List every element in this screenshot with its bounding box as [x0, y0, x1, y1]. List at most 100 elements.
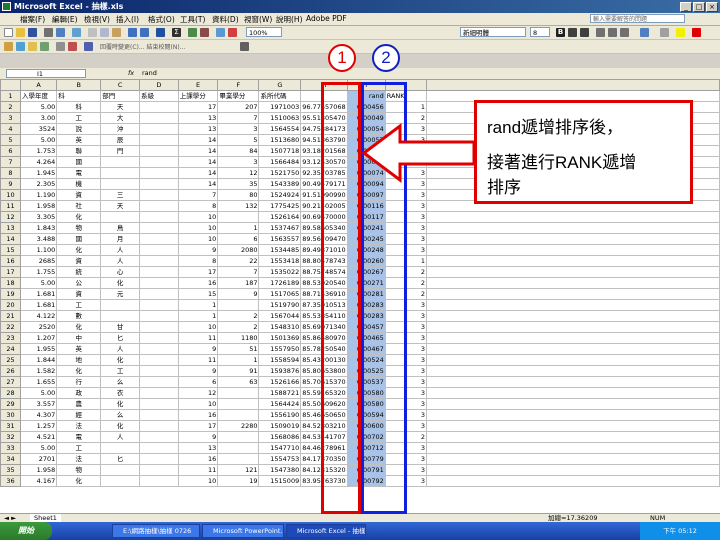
- cell-e[interactable]: 1: [177, 310, 219, 322]
- cell-g[interactable]: 1515009: [258, 475, 302, 487]
- cell-d[interactable]: [139, 288, 179, 300]
- cell-d[interactable]: [139, 255, 179, 267]
- cell-e[interactable]: 10: [177, 321, 219, 333]
- cell-empty[interactable]: [426, 321, 720, 333]
- cell-b[interactable]: 資: [56, 255, 102, 267]
- cell-e[interactable]: 11: [177, 332, 219, 344]
- cell-a[interactable]: 1.843: [19, 222, 58, 234]
- row-header[interactable]: 3: [0, 112, 21, 124]
- cell-e[interactable]: 17: [177, 266, 219, 278]
- menu-insert[interactable]: 插入(I): [116, 14, 139, 25]
- cell-e[interactable]: 9: [177, 431, 219, 443]
- cell-d[interactable]: [139, 299, 179, 311]
- cell-empty[interactable]: [426, 222, 720, 234]
- task-explorer[interactable]: E:\網路抽樣\抽樣 0726: [112, 524, 200, 538]
- cell-f[interactable]: 80: [217, 189, 260, 201]
- review-icon[interactable]: [4, 42, 13, 51]
- cell-c[interactable]: 人: [100, 431, 141, 443]
- row-header[interactable]: 1: [0, 90, 21, 102]
- zoom-select[interactable]: 100%: [246, 27, 282, 37]
- cell-a[interactable]: 1.955: [19, 343, 58, 355]
- cell-empty[interactable]: [426, 475, 720, 487]
- cell-c[interactable]: 衣: [100, 387, 141, 399]
- cell-f[interactable]: 12: [217, 167, 260, 179]
- column-header-a[interactable]: A: [19, 79, 58, 91]
- cell-g[interactable]: 1519790: [258, 299, 302, 311]
- cell-a[interactable]: 1.958: [19, 464, 58, 476]
- reply-with-changes-text[interactable]: 回覆時變更(C)... 結束校閱(N)...: [100, 42, 185, 51]
- name-box[interactable]: I1: [6, 69, 86, 78]
- column-header-c[interactable]: C: [100, 79, 141, 91]
- cell-b[interactable]: 英: [56, 343, 102, 355]
- cell-c[interactable]: [100, 442, 141, 454]
- cell-e[interactable]: 14: [177, 178, 219, 190]
- cell-g[interactable]: 1509019: [258, 420, 302, 432]
- cell-g[interactable]: 1726189: [258, 277, 302, 289]
- row-header[interactable]: 15: [0, 244, 21, 256]
- cell-c[interactable]: 化: [100, 398, 141, 410]
- cell-b[interactable]: 地: [56, 354, 102, 366]
- menu-format[interactable]: 格式(O): [148, 14, 175, 25]
- cell-b[interactable]: 化: [56, 365, 102, 377]
- cell-g[interactable]: 1564424: [258, 398, 302, 410]
- cell-d[interactable]: [139, 233, 179, 245]
- row-header[interactable]: 32: [0, 431, 21, 443]
- cell-b[interactable]: 工: [56, 299, 102, 311]
- cell-g[interactable]: 1593876: [258, 365, 302, 377]
- close-button[interactable]: ×: [706, 2, 718, 12]
- cell-e[interactable]: 10: [177, 211, 219, 223]
- select-all-corner[interactable]: [0, 79, 21, 91]
- cell-a[interactable]: 1.958: [19, 200, 58, 212]
- cell-f[interactable]: 3: [217, 156, 260, 168]
- cell-e[interactable]: 13: [177, 123, 219, 135]
- column-header-g[interactable]: G: [258, 79, 302, 91]
- cell-b[interactable]: 資: [56, 189, 102, 201]
- cell-f[interactable]: 19: [217, 475, 260, 487]
- cell-g[interactable]: 1553418: [258, 255, 302, 267]
- open-icon[interactable]: [16, 28, 25, 37]
- cell-f[interactable]: 91: [217, 365, 260, 377]
- cell-d[interactable]: [139, 156, 179, 168]
- cell-a[interactable]: 5.00: [19, 442, 58, 454]
- row-header[interactable]: 35: [0, 464, 21, 476]
- cell-c[interactable]: 沖: [100, 123, 141, 135]
- cell-d[interactable]: [139, 200, 179, 212]
- cell-e[interactable]: 11: [177, 464, 219, 476]
- cell-a[interactable]: 2685: [19, 255, 58, 267]
- cell-empty[interactable]: [426, 277, 720, 289]
- cell-e[interactable]: 14: [177, 156, 219, 168]
- cell-a[interactable]: 4.307: [19, 409, 58, 421]
- cell-b[interactable]: 社: [56, 200, 102, 212]
- cell-e[interactable]: 10: [177, 398, 219, 410]
- cell-g[interactable]: 1526166: [258, 376, 302, 388]
- cell-e[interactable]: 15: [177, 288, 219, 300]
- cell-g[interactable]: 1971003: [258, 101, 302, 113]
- align-left-icon[interactable]: [596, 28, 605, 37]
- cell-a[interactable]: 4.264: [19, 156, 58, 168]
- cell-a[interactable]: 1.755: [19, 266, 58, 278]
- row-header[interactable]: 17: [0, 266, 21, 278]
- fill-color-icon[interactable]: [676, 28, 685, 37]
- cut-icon[interactable]: [88, 28, 97, 37]
- cell-e[interactable]: 14: [177, 134, 219, 146]
- cell-c[interactable]: 人: [100, 244, 141, 256]
- cell-f[interactable]: 2080: [217, 244, 260, 256]
- cell-empty[interactable]: [426, 343, 720, 355]
- cell-e[interactable]: 17: [177, 420, 219, 432]
- cell-d[interactable]: [139, 222, 179, 234]
- cell-empty[interactable]: [426, 332, 720, 344]
- cell-empty[interactable]: [426, 398, 720, 410]
- cell-d[interactable]: [139, 189, 179, 201]
- cell-c[interactable]: 么: [100, 376, 141, 388]
- menu-data[interactable]: 資料(D): [212, 14, 239, 25]
- cell-a[interactable]: 1.100: [19, 244, 58, 256]
- redo-icon[interactable]: [140, 28, 149, 37]
- cell-b[interactable]: 數: [56, 310, 102, 322]
- cell-g[interactable]: 系所代碼: [258, 90, 302, 102]
- cell-b[interactable]: 農: [56, 398, 102, 410]
- column-header-b[interactable]: B: [56, 79, 102, 91]
- sort-ascending-icon[interactable]: [188, 28, 197, 37]
- cell-a[interactable]: 3.00: [19, 112, 58, 124]
- sort-descending-icon[interactable]: [200, 28, 209, 37]
- cell-g[interactable]: 1568086: [258, 431, 302, 443]
